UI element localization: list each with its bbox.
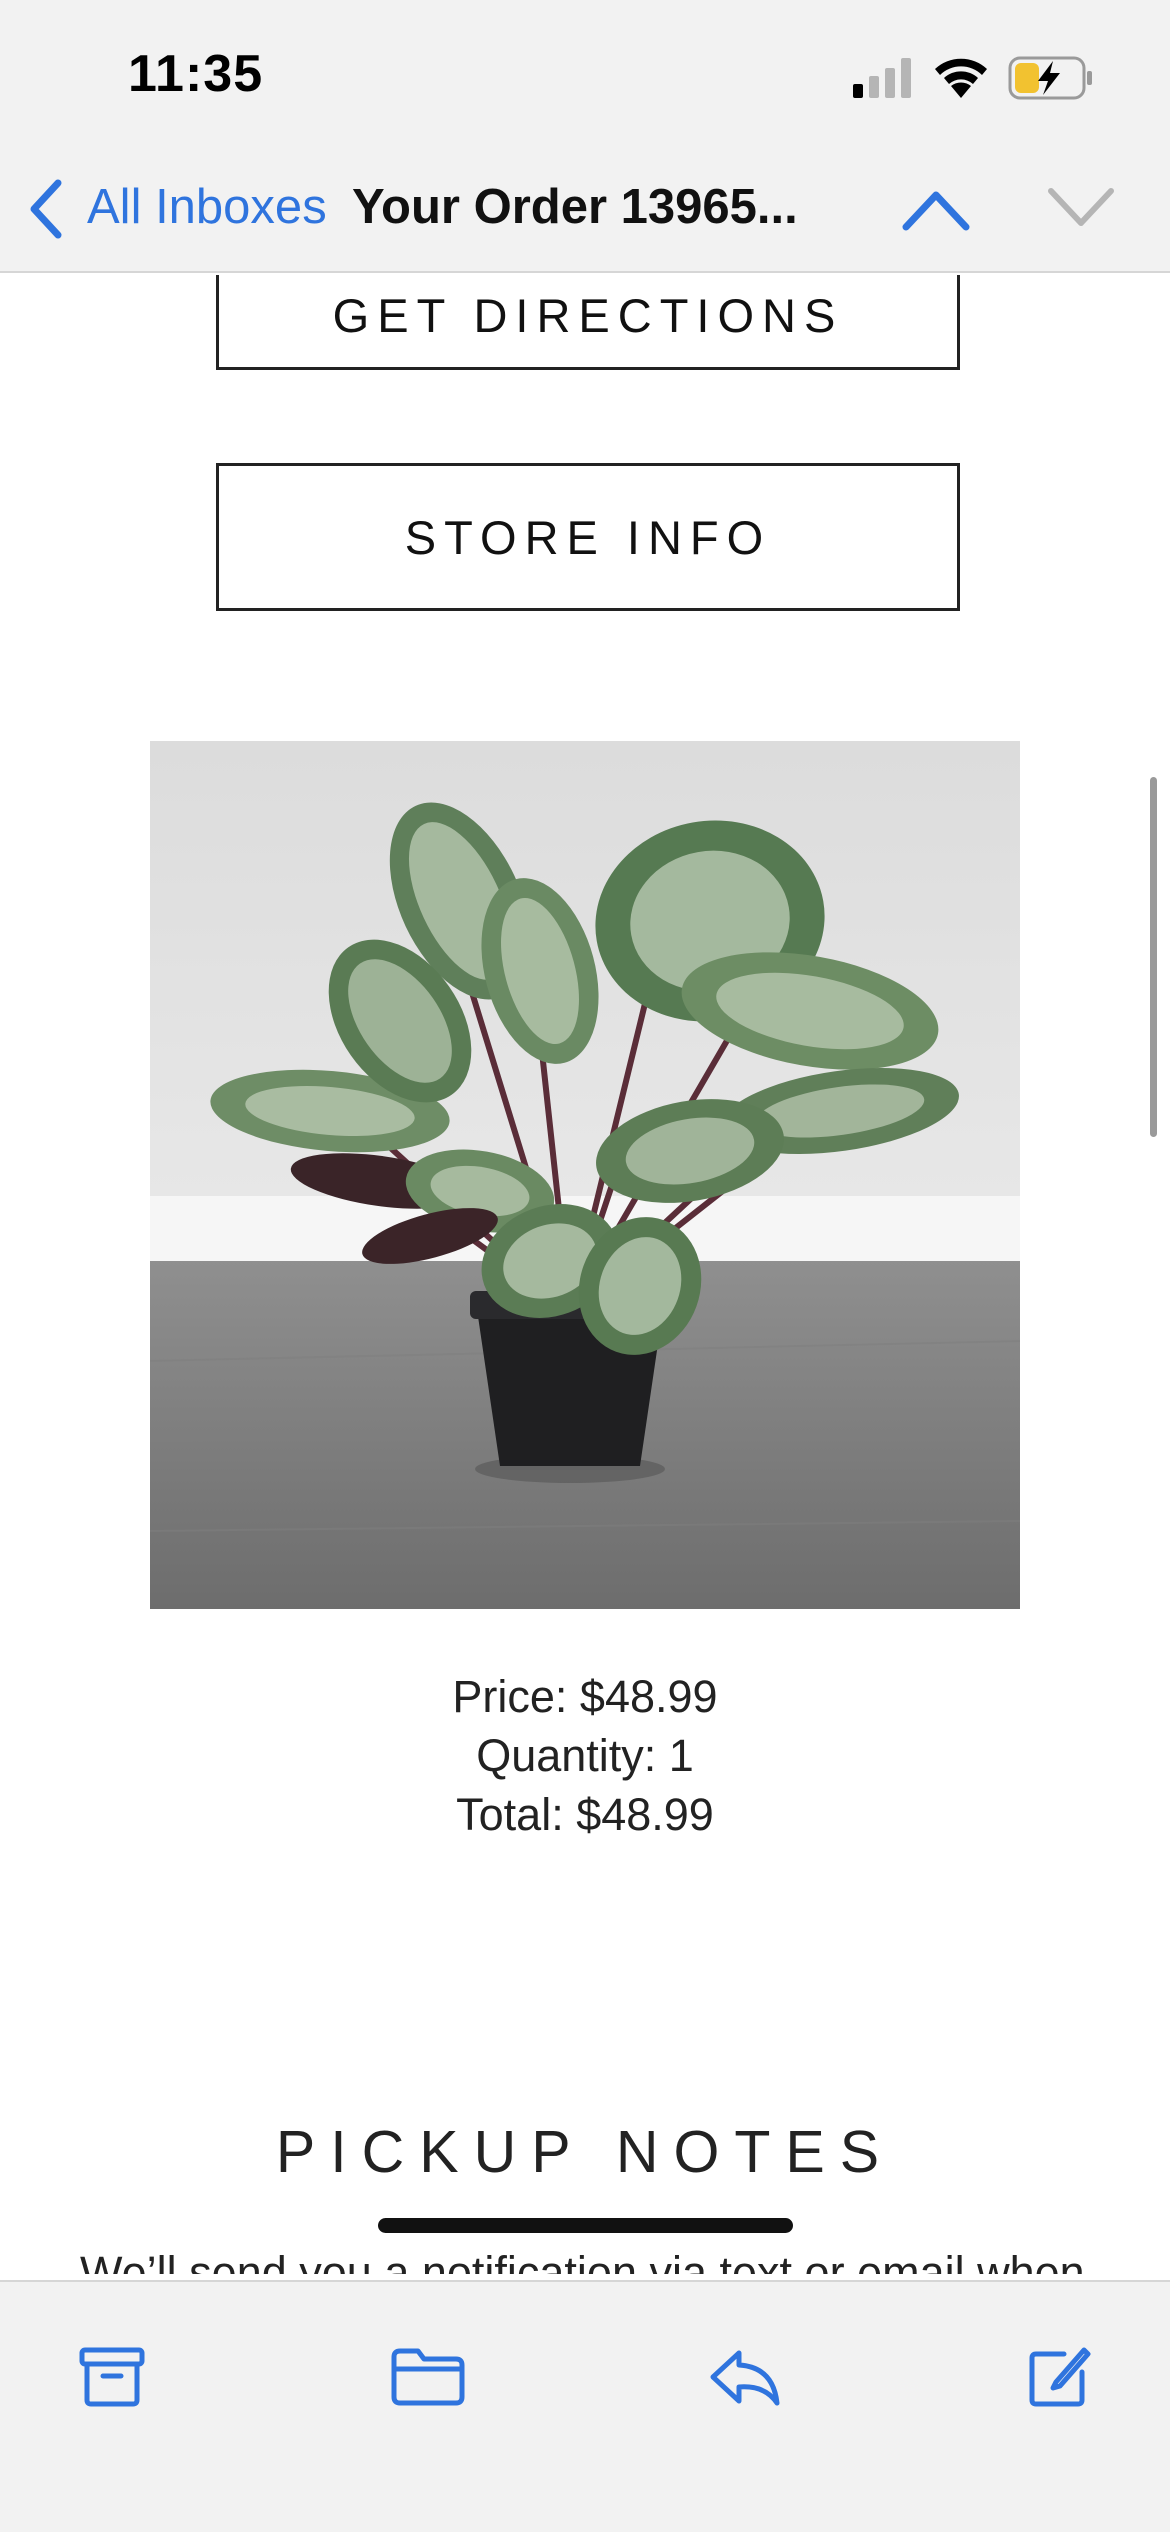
move-to-folder-button[interactable]: [383, 2332, 473, 2422]
compose-icon: [1029, 2347, 1091, 2407]
get-directions-button[interactable]: GET DIRECTIONS: [216, 275, 960, 370]
back-button[interactable]: All Inboxes: [87, 179, 327, 235]
chevron-up-icon[interactable]: [900, 183, 972, 233]
chevron-down-icon[interactable]: [1045, 183, 1117, 233]
total-text: Total: $48.99: [456, 1789, 714, 1840]
nav-bar: All Inboxes Your Order 13965...: [0, 155, 1170, 273]
pickup-notes-text: We’ll send you a notification via text o…: [80, 2247, 1085, 2274]
reply-button[interactable]: [700, 2332, 790, 2422]
store-info-button[interactable]: STORE INFO: [216, 463, 960, 611]
home-indicator[interactable]: [378, 2218, 793, 2233]
battery-charging-icon: [1008, 56, 1092, 100]
status-bar: 11:35: [0, 0, 1170, 155]
email-subject-title: Your Order 13965...: [352, 180, 798, 234]
bottom-toolbar: [0, 2280, 1170, 2532]
price-text: Price: $48.99: [452, 1671, 718, 1722]
compose-button[interactable]: [1014, 2332, 1104, 2422]
wifi-icon: [935, 58, 987, 98]
archive-icon: [79, 2347, 145, 2407]
quantity-text: Quantity: 1: [476, 1730, 694, 1781]
folder-icon: [391, 2348, 465, 2406]
product-image[interactable]: [150, 741, 1020, 1609]
reply-icon: [710, 2350, 780, 2406]
email-body: GET DIRECTIONS STORE INFO Price: $48.99 …: [0, 275, 1170, 2274]
chevron-left-icon[interactable]: [26, 177, 66, 241]
price-summary: Price: $48.99 Quantity: 1 Total: $48.99: [0, 1667, 1170, 1844]
signal-icon: [853, 58, 911, 98]
pickup-notes-heading: PICKUP NOTES: [275, 2119, 895, 2185]
scroll-indicator[interactable]: [1150, 777, 1157, 1137]
status-time: 11:35: [128, 45, 264, 103]
archive-button[interactable]: [67, 2332, 157, 2422]
email-screen: 11:35 All Inboxes Your Order 13965... GE…: [0, 0, 1170, 2532]
